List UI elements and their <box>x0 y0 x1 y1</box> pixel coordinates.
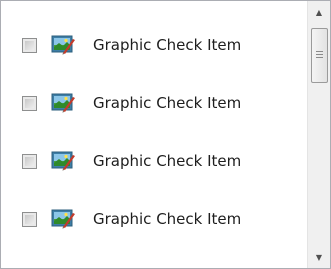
grip-icon <box>316 50 323 59</box>
list-item[interactable]: Graphic Check Item <box>1 191 306 249</box>
list-item[interactable]: Graphic Check Item <box>1 17 306 75</box>
picture-icon <box>51 209 75 229</box>
item-checkbox[interactable] <box>22 212 37 227</box>
picture-icon <box>51 93 75 113</box>
list-item[interactable]: Graphic Check Item <box>1 133 306 191</box>
picture-icon <box>51 35 75 55</box>
list-item[interactable]: Graphic Check Item <box>1 75 306 133</box>
item-checkbox[interactable] <box>22 154 37 169</box>
checked-list-box[interactable]: Graphic Check Item Graphic Check Item Gr… <box>0 0 331 269</box>
item-checkbox[interactable] <box>22 38 37 53</box>
item-label: Graphic Check Item <box>93 94 242 112</box>
item-label: Graphic Check Item <box>93 152 242 170</box>
item-label: Graphic Check Item <box>93 36 242 54</box>
item-list: Graphic Check Item Graphic Check Item Gr… <box>1 1 306 268</box>
item-checkbox[interactable] <box>22 96 37 111</box>
picture-icon <box>51 151 75 171</box>
scroll-down-arrow-icon[interactable]: ▼ <box>308 248 330 266</box>
scroll-up-arrow-icon[interactable]: ▲ <box>308 3 330 21</box>
scrollbar-thumb[interactable] <box>311 28 328 83</box>
item-label: Graphic Check Item <box>93 210 242 228</box>
vertical-scrollbar[interactable]: ▲ ▼ <box>307 1 330 268</box>
